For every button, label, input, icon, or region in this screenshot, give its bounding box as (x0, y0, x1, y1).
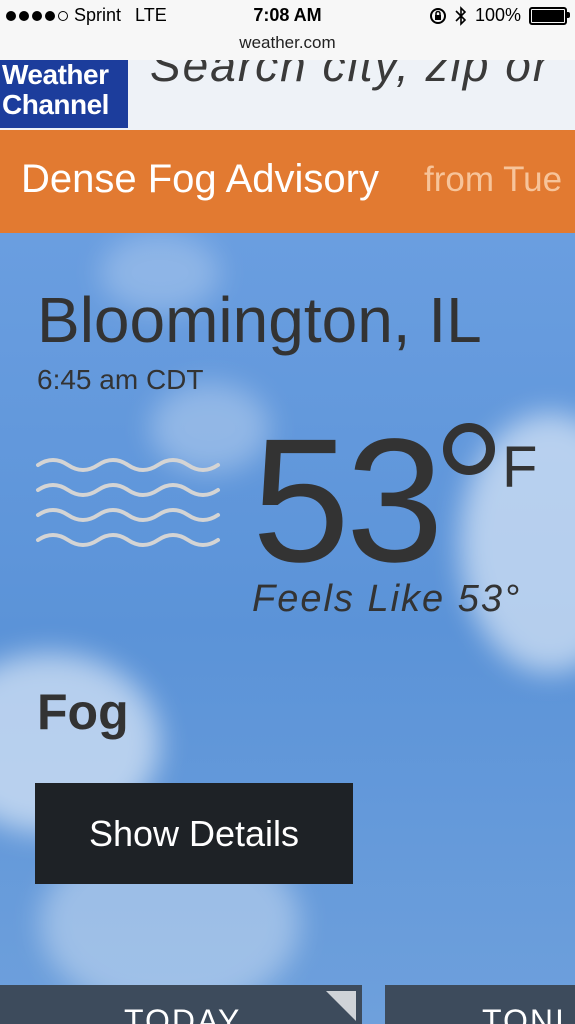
search-input[interactable]: Search city, zip or (150, 60, 550, 92)
logo-line-1: Weather (2, 60, 109, 90)
logo-line-2: Channel (2, 89, 109, 120)
expand-corner-icon (326, 991, 356, 1021)
battery-percent: 100% (474, 5, 521, 25)
weather-advisory-banner[interactable]: Dense Fog Advisory from Tue (0, 130, 575, 233)
status-bar: Sprint LTE 7:08 AM 100% weather.com (0, 0, 575, 60)
current-temperature: 53 (252, 403, 444, 599)
location-name: Bloomington, IL (37, 284, 482, 356)
tab-tonight[interactable]: TONI (385, 985, 575, 1024)
advisory-subtitle: from Tue (424, 160, 563, 199)
weather-condition: Fog (37, 684, 129, 740)
advisory-title: Dense Fog Advisory (21, 157, 379, 201)
weather-channel-logo[interactable]: Weather Channel (0, 60, 128, 128)
battery-icon (529, 6, 570, 25)
temperature-unit[interactable]: F (502, 434, 537, 501)
url-bar[interactable]: weather.com (0, 33, 575, 53)
rotation-lock-icon (429, 7, 446, 24)
bluetooth-icon (455, 5, 467, 26)
show-details-button[interactable]: Show Details (35, 783, 353, 884)
tab-today[interactable]: TODAY (0, 985, 362, 1024)
observation-time: 6:45 am CDT (37, 364, 204, 395)
tab-today-label: TODAY (124, 1003, 242, 1024)
tab-tonight-label: TONI (482, 1003, 566, 1024)
status-right: 100% (429, 5, 570, 26)
degree-symbol (443, 423, 495, 475)
site-header: Weather Channel Search city, zip or (0, 60, 575, 130)
fog-icon (36, 458, 220, 547)
feels-like: Feels Like 53° (252, 578, 522, 620)
